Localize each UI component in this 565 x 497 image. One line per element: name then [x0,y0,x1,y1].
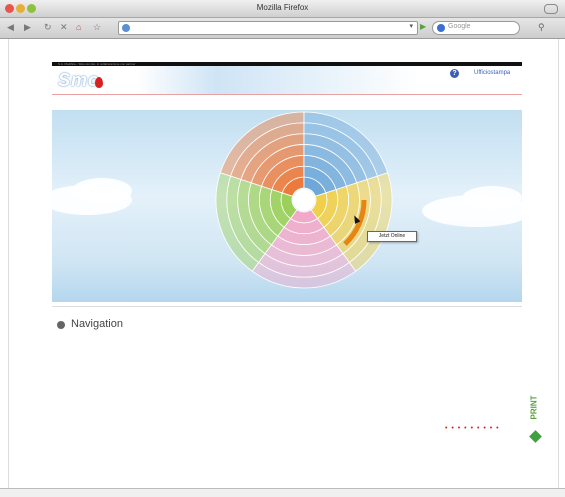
search-icon[interactable]: ⚲ [538,22,545,33]
globe-icon [122,24,130,32]
url-dropdown-icon[interactable]: ▾ [409,22,413,30]
help-icon[interactable]: ? [450,69,459,78]
navigation-bullet-icon [57,321,65,329]
browser-toolbar: ◀ ▶ ↻ ✕ ⌂ ☆ ▾ ▶ Google ⚲ [0,18,565,39]
window-titlebar: Mozilla Firefox [0,0,565,18]
window-title: Mozilla Firefox [256,3,309,12]
toolbar-toggle-button[interactable] [544,4,558,14]
url-bar[interactable]: ▾ [118,21,418,35]
site-logo[interactable]: Smo [58,70,100,91]
search-engine-icon[interactable] [437,24,445,32]
wheel-center [293,189,315,211]
category-wheel[interactable] [214,108,394,292]
back-icon[interactable]: ◀ [7,22,14,33]
navigation-heading[interactable]: Navigation [71,318,123,330]
reload-icon[interactable]: ↻ [44,22,52,33]
cloud-left-top [72,178,132,204]
brand-label: PRINT [529,395,539,420]
section-divider [52,306,522,307]
header-link[interactable]: Ufficiostampa [474,70,510,76]
go-icon[interactable]: ▶ [420,22,426,31]
home-icon[interactable]: ⌂ [76,22,81,32]
cloud-right-top [462,186,522,210]
search-box[interactable]: Google [432,21,520,35]
stop-icon[interactable]: ✕ [60,22,68,33]
bookmark-icon[interactable]: ☆ [93,22,101,33]
wheel-tooltip: Jetzt Online [367,231,417,242]
logo-drop-icon [95,77,103,88]
search-placeholder: Google [448,23,471,30]
footer-dots: • • • • • • • • • [445,425,500,432]
forward-icon[interactable]: ▶ [24,22,31,33]
